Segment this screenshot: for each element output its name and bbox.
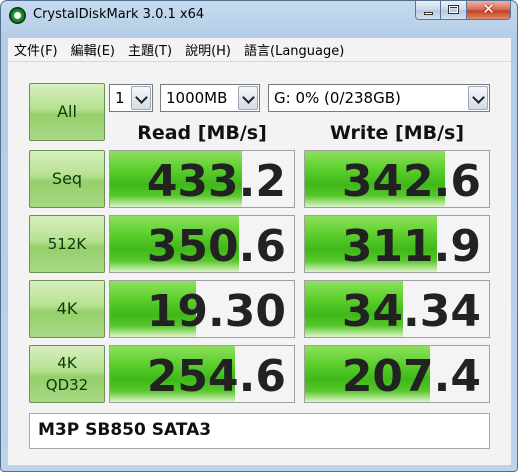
comment-field[interactable]: M3P SB850 SATA3 [29, 413, 490, 449]
test-size-value: 1000MB [166, 89, 228, 107]
close-button[interactable]: ✕ [467, 0, 511, 20]
runs-select[interactable]: 1 [109, 84, 153, 112]
runs-dropdown-button[interactable] [131, 86, 151, 110]
4k-qd32-read-result: 254.6 [109, 345, 295, 403]
application-window: CrystalDiskMark 3.0.1 x64 ✕ 文件(F) 編輯(E) … [0, 0, 518, 472]
chevron-down-icon [242, 91, 255, 104]
4k-write-result: 34.34 [304, 280, 490, 338]
test-size-dropdown-button[interactable] [238, 86, 258, 110]
4k-write-value: 34.34 [341, 286, 481, 337]
4k-qd32-write-result: 207.4 [304, 345, 490, 403]
caption-buttons: ✕ [415, 0, 511, 21]
seq-write-result: 342.6 [304, 150, 490, 208]
menu-language[interactable]: 語言(Language) [238, 40, 351, 59]
512k-write-result: 311.9 [304, 215, 490, 273]
menu-edit[interactable]: 編輯(E) [65, 40, 122, 59]
seq-read-value: 433.2 [146, 156, 286, 207]
menu-file[interactable]: 文件(F) [8, 40, 65, 59]
chevron-down-icon [135, 91, 148, 104]
read-column-header: Read [MB/s] [137, 122, 267, 144]
4k-read-result: 19.30 [109, 280, 295, 338]
512k-read-value: 350.6 [146, 221, 286, 272]
window-title: CrystalDiskMark 3.0.1 x64 [33, 7, 205, 22]
close-icon: ✕ [482, 0, 495, 18]
4k-read-value: 19.30 [146, 286, 286, 337]
run-all-button[interactable]: All [29, 83, 105, 141]
write-column-header: Write [MB/s] [329, 122, 465, 144]
minimize-button[interactable] [415, 1, 441, 20]
512k-write-value: 311.9 [341, 221, 481, 272]
drive-value: G: 0% (0/238GB) [274, 89, 401, 107]
512k-read-result: 350.6 [109, 215, 295, 273]
4k-qd32-read-value: 254.6 [146, 351, 286, 402]
chevron-down-icon [472, 91, 485, 104]
maximize-icon [448, 5, 459, 14]
minimize-icon [424, 12, 433, 15]
main-panel: All 1 1000MB G: 0% (0/238GB) Read [MB/s]… [8, 62, 511, 465]
menu-bar: 文件(F) 編輯(E) 主題(T) 說明(H) 語言(Language) [8, 38, 511, 62]
test-size-select[interactable]: 1000MB [160, 84, 260, 112]
seq-write-value: 342.6 [341, 156, 481, 207]
4k-test-button[interactable]: 4K [29, 280, 105, 338]
512k-test-button[interactable]: 512K [29, 215, 105, 273]
menu-theme[interactable]: 主題(T) [122, 40, 179, 59]
drive-dropdown-button[interactable] [468, 86, 488, 110]
title-bar[interactable]: CrystalDiskMark 3.0.1 x64 ✕ [1, 0, 517, 31]
maximize-button[interactable] [441, 1, 467, 20]
4k-qd32-write-value: 207.4 [341, 351, 481, 402]
menu-help[interactable]: 說明(H) [179, 40, 238, 59]
crystaldiskmark-app-icon [9, 7, 26, 24]
runs-value: 1 [115, 89, 125, 107]
seq-read-result: 433.2 [109, 150, 295, 208]
drive-select[interactable]: G: 0% (0/238GB) [268, 84, 490, 112]
seq-test-button[interactable]: Seq [29, 150, 105, 208]
4k-qd32-test-button[interactable]: 4K QD32 [29, 345, 105, 403]
comment-text: M3P SB850 SATA3 [38, 420, 212, 440]
